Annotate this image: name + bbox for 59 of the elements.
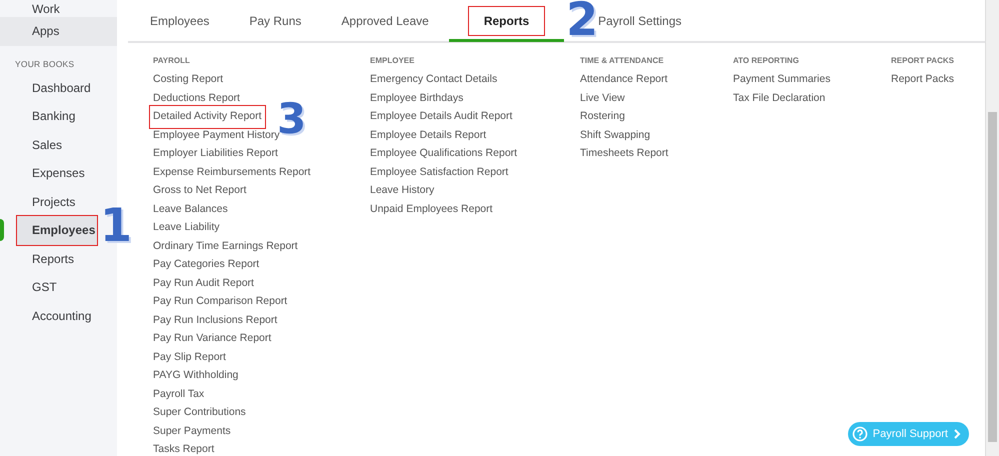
report-link[interactable]: PAYG Withholding	[153, 368, 238, 384]
report-link[interactable]: Tasks Report	[153, 442, 214, 456]
report-link[interactable]: Live View	[580, 90, 625, 107]
column-heading: TIME & ATTENDANCE	[580, 55, 665, 67]
sidebar-item[interactable]: Sales	[0, 130, 117, 159]
report-link[interactable]: Employee Payment History	[153, 128, 280, 144]
sidebar-item[interactable]: GST	[0, 273, 117, 302]
report-link[interactable]: Payment Summaries	[733, 72, 830, 88]
sidebar-item[interactable]: Dashboard	[0, 74, 117, 102]
column-heading: ATO REPORTING	[733, 55, 800, 67]
report-link[interactable]: Shift Swapping	[580, 128, 650, 144]
report-link[interactable]: Report Packs	[891, 72, 954, 88]
tab[interactable]: Employees	[150, 0, 210, 42]
sidebar-item[interactable]: Banking	[0, 102, 117, 130]
help-icon	[852, 426, 868, 442]
report-link[interactable]: Super Payments	[153, 424, 231, 440]
report-link[interactable]: Gross to Net Report	[153, 183, 246, 200]
report-link[interactable]: Deductions Report	[153, 90, 240, 107]
sidebar-item[interactable]: Accounting	[0, 302, 117, 330]
tab[interactable]: Reports	[448, 0, 564, 42]
report-link[interactable]: Employee Qualifications Report	[370, 146, 518, 162]
report-link[interactable]: Employer Liabilities Report	[153, 146, 278, 162]
report-link[interactable]: Emergency Contact Details	[370, 72, 498, 88]
report-link[interactable]: Employee Satisfaction Report	[370, 164, 508, 181]
report-link[interactable]: Leave History	[370, 183, 434, 200]
tab[interactable]: Payroll Settings	[598, 0, 682, 42]
sidebar-item[interactable]: Work	[0, 0, 117, 17]
report-link[interactable]: Leave Balances	[153, 202, 228, 218]
report-link[interactable]: Pay Categories Report	[153, 257, 260, 274]
report-link[interactable]: Pay Run Audit Report	[153, 276, 254, 292]
report-link[interactable]: Payroll Tax	[153, 386, 204, 403]
report-link[interactable]: Pay Run Comparison Report	[153, 294, 288, 310]
tab[interactable]: Approved Leave	[341, 0, 429, 42]
report-link[interactable]: Employee Birthdays	[370, 90, 464, 107]
report-link[interactable]: Employee Details Audit Report	[370, 109, 512, 126]
report-link[interactable]: Tax File Declaration	[733, 90, 826, 107]
report-link[interactable]: Attendance Report	[580, 72, 668, 88]
chevron-right-icon	[953, 429, 961, 439]
column-heading: PAYROLL	[153, 55, 191, 67]
report-link[interactable]: Ordinary Time Earnings Report	[153, 238, 298, 255]
sidebar-item[interactable]: Expenses	[0, 159, 117, 188]
report-link[interactable]: Costing Report	[153, 72, 224, 88]
report-link[interactable]: Timesheets Report	[580, 146, 668, 162]
report-link[interactable]: Rostering	[580, 109, 625, 126]
column-heading: REPORT PACKS	[891, 55, 955, 67]
section-heading: YOUR BOOKS	[15, 58, 74, 70]
sidebar-item[interactable]: Apps	[0, 17, 117, 46]
column-heading: EMPLOYEE	[370, 55, 416, 67]
report-link[interactable]: Unpaid Employees Report	[370, 202, 493, 218]
tab[interactable]: Pay Runs	[249, 0, 302, 42]
report-link[interactable]: Employee Details Report	[370, 128, 486, 144]
report-link[interactable]: Pay Run Variance Report	[153, 331, 272, 348]
report-link[interactable]: Expense Reimbursements Report	[153, 164, 311, 181]
report-link[interactable]: Leave Liability	[153, 220, 220, 236]
annotation-number: 2	[566, 0, 598, 42]
report-link[interactable]: Pay Slip Report	[153, 350, 226, 366]
sidebar-item[interactable]: Employees	[17, 216, 97, 244]
report-link[interactable]: Pay Run Inclusions Report	[153, 312, 278, 329]
report-link[interactable]: Super Contributions	[153, 405, 246, 422]
